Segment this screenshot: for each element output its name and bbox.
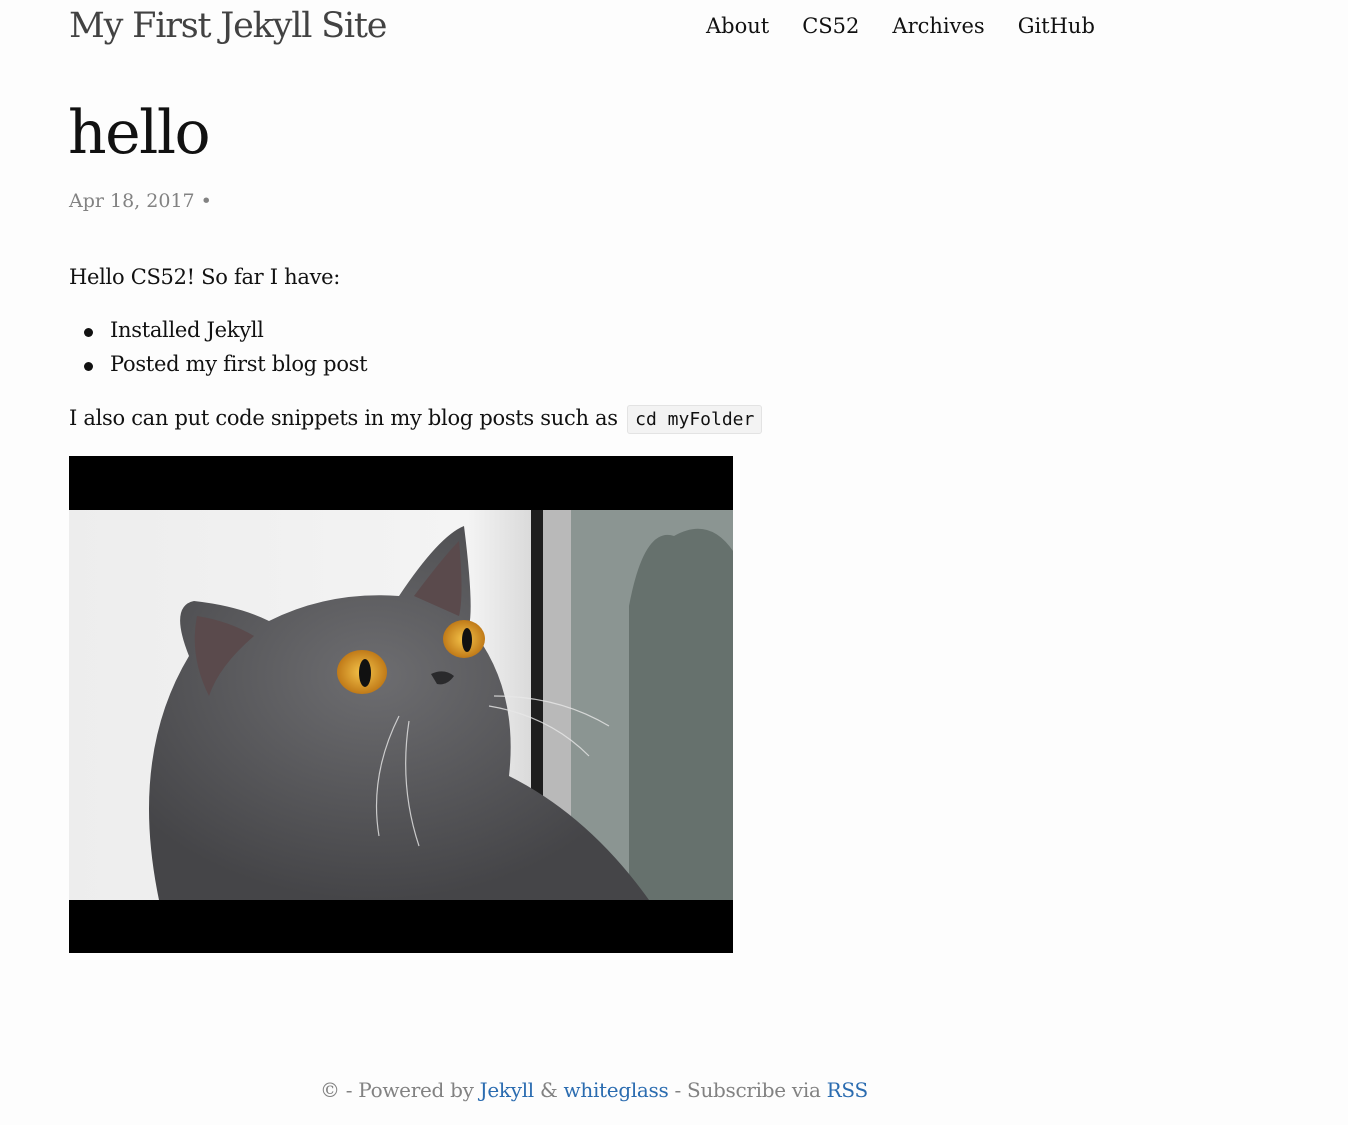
post-title: hello [68,98,211,168]
list-item-text: Posted my first blog post [110,352,368,376]
footer-amp: & [539,1078,558,1102]
footer-subscribe: - Subscribe via [674,1078,821,1102]
list-item-text: Installed Jekyll [110,318,264,342]
cat-photo-icon [69,510,733,900]
code-sentence: I also can put code snippets in my blog … [69,406,618,430]
whiteglass-link[interactable]: whiteglass [564,1078,669,1102]
post-content: Hello CS52! So far I have: Installed Jek… [69,262,829,434]
inline-code: cd myFolder [627,405,763,434]
post-list: Installed Jekyll Posted my first blog po… [69,313,368,381]
nav-github[interactable]: GitHub [1018,14,1095,38]
site-nav: About CS52 Archives GitHub [706,14,1095,38]
list-item: Posted my first blog post [69,347,368,381]
nav-cs52[interactable]: CS52 [802,14,859,38]
cat-image [69,456,733,953]
nav-archives[interactable]: Archives [892,14,984,38]
list-item: Installed Jekyll [69,313,367,347]
bullet-icon [84,328,93,337]
nav-about[interactable]: About [706,14,769,38]
post-intro: Hello CS52! So far I have: [69,265,341,289]
site-footer: © - Powered by Jekyll & whiteglass - Sub… [320,1078,868,1102]
site-title[interactable]: My First Jekyll Site [69,6,387,46]
jekyll-link[interactable]: Jekyll [480,1078,535,1102]
rss-link[interactable]: RSS [827,1078,869,1102]
code-paragraph: I also can put code snippets in my blog … [69,403,763,435]
footer-prefix: © - Powered by [320,1078,474,1102]
post-meta: Apr 18, 2017 • [69,190,212,212]
bullet-icon [84,362,93,371]
